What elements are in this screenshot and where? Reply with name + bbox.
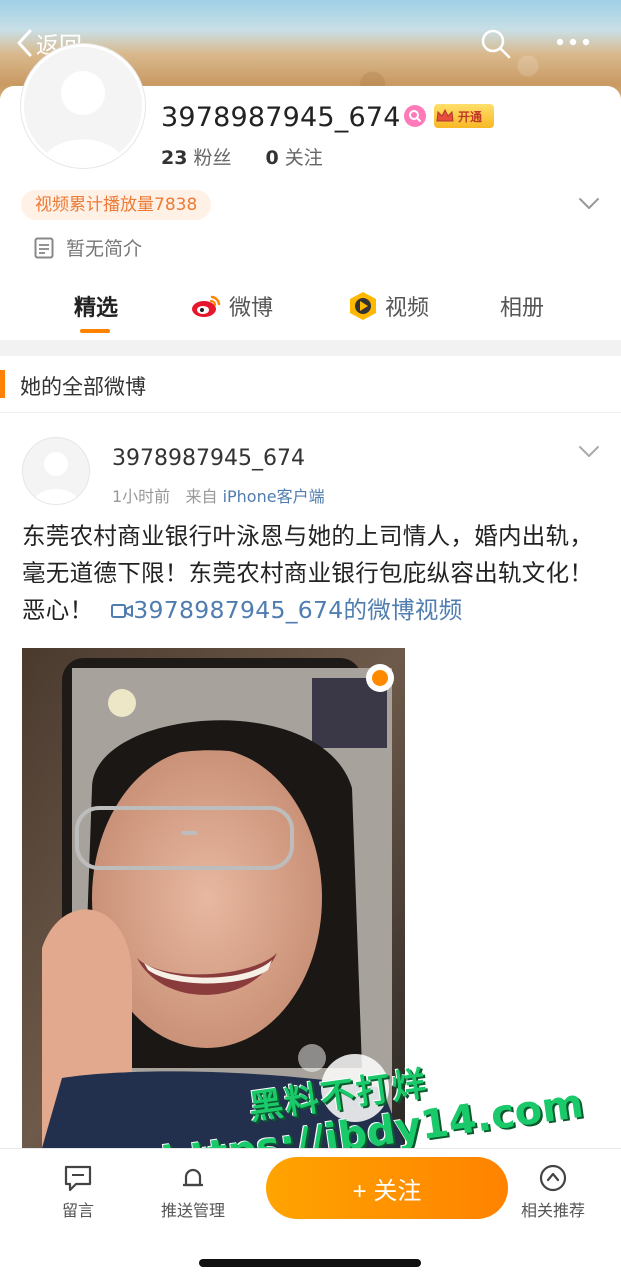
related-recommend-button[interactable]: 相关推荐 xyxy=(508,1163,598,1221)
crown-icon xyxy=(434,105,456,127)
profile-expand-button[interactable] xyxy=(578,196,600,215)
section-accent-bar xyxy=(0,370,5,398)
video-views-badge: 视频累计播放量7838 xyxy=(21,190,212,220)
magnifier-icon xyxy=(409,110,422,123)
chevron-left-icon xyxy=(17,29,32,57)
bell-icon xyxy=(183,1168,203,1187)
intro-text: 暂无简介 xyxy=(66,238,143,260)
profile-intro: 暂无简介 xyxy=(34,234,142,261)
document-icon xyxy=(34,237,54,258)
post-video-link[interactable]: 3978987945_674的微博视频 xyxy=(101,596,462,624)
tab-album[interactable]: 相册 xyxy=(500,290,544,322)
post-avatar[interactable] xyxy=(22,437,90,505)
vip-label: 开通 xyxy=(458,109,483,124)
section-separator xyxy=(0,340,621,356)
post-time: 1小时前 xyxy=(112,487,171,506)
fans-stat[interactable]: 23 粉丝 xyxy=(161,147,231,169)
default-avatar-icon xyxy=(24,47,142,165)
push-management-button[interactable]: 推送管理 xyxy=(148,1163,238,1221)
following-label: 关注 xyxy=(284,147,323,169)
tab-weibo[interactable]: 微博 xyxy=(190,290,273,322)
video-icon xyxy=(350,292,376,320)
tab-featured-label: 精选 xyxy=(74,296,119,321)
fans-label: 粉丝 xyxy=(193,147,232,169)
post-meta: 1小时前 来自 iPhone客户端 xyxy=(112,483,325,507)
push-management-label: 推送管理 xyxy=(160,1201,225,1220)
more-icon xyxy=(556,38,590,46)
chevron-down-icon xyxy=(579,446,599,457)
related-recommend-label: 相关推荐 xyxy=(520,1201,585,1220)
comment-label: 留言 xyxy=(61,1201,94,1220)
post-video-link-text: 3978987945_674的微博视频 xyxy=(133,596,463,624)
tab-featured[interactable]: 精选 xyxy=(74,290,118,322)
post-menu-button[interactable] xyxy=(578,444,600,463)
profile-username: 3978987945_674 xyxy=(161,102,401,133)
default-avatar-icon xyxy=(23,438,89,504)
post-from-label: 来自 xyxy=(185,487,218,506)
tab-video-label: 视频 xyxy=(385,296,430,321)
profile-tabs: 精选 微博 视频 相册 xyxy=(0,280,621,336)
badge-search-icon[interactable] xyxy=(404,105,426,127)
vip-badge[interactable]: 开通 xyxy=(434,104,494,128)
home-indicator xyxy=(199,1259,421,1267)
active-tab-indicator xyxy=(80,329,110,333)
following-count: 0 xyxy=(265,147,279,169)
fans-count: 23 xyxy=(161,147,188,169)
compass-icon xyxy=(539,1164,567,1192)
tab-video[interactable]: 视频 xyxy=(348,290,429,322)
chevron-down-icon xyxy=(579,198,599,209)
search-icon xyxy=(481,29,511,59)
post-username[interactable]: 3978987945_674 xyxy=(112,446,305,471)
following-stat[interactable]: 0 关注 xyxy=(266,147,323,169)
tab-weibo-label: 微博 xyxy=(229,296,274,321)
video-camera-icon xyxy=(111,604,134,618)
post-body: 东莞农村商业银行叶泳恩与她的上司情人，婚内出轨，毫无道德下限！东莞农村商业银行包… xyxy=(22,518,600,629)
post-source[interactable]: iPhone客户端 xyxy=(223,487,325,506)
more-button[interactable] xyxy=(555,32,591,51)
profile-stats: 23 粉丝 0 关注 xyxy=(161,143,323,170)
section-title: 她的全部微博 xyxy=(20,375,146,399)
search-button[interactable] xyxy=(480,28,512,64)
comment-button[interactable]: 留言 xyxy=(33,1163,123,1221)
section-header: 她的全部微博 xyxy=(0,356,621,413)
bottom-action-bar: 留言 推送管理 + 关注 相关推荐 xyxy=(0,1148,621,1281)
follow-button[interactable]: + 关注 xyxy=(266,1157,508,1219)
profile-avatar[interactable] xyxy=(21,44,145,168)
weibo-icon xyxy=(192,295,221,317)
message-icon xyxy=(64,1165,92,1192)
tab-album-label: 相册 xyxy=(500,296,545,321)
